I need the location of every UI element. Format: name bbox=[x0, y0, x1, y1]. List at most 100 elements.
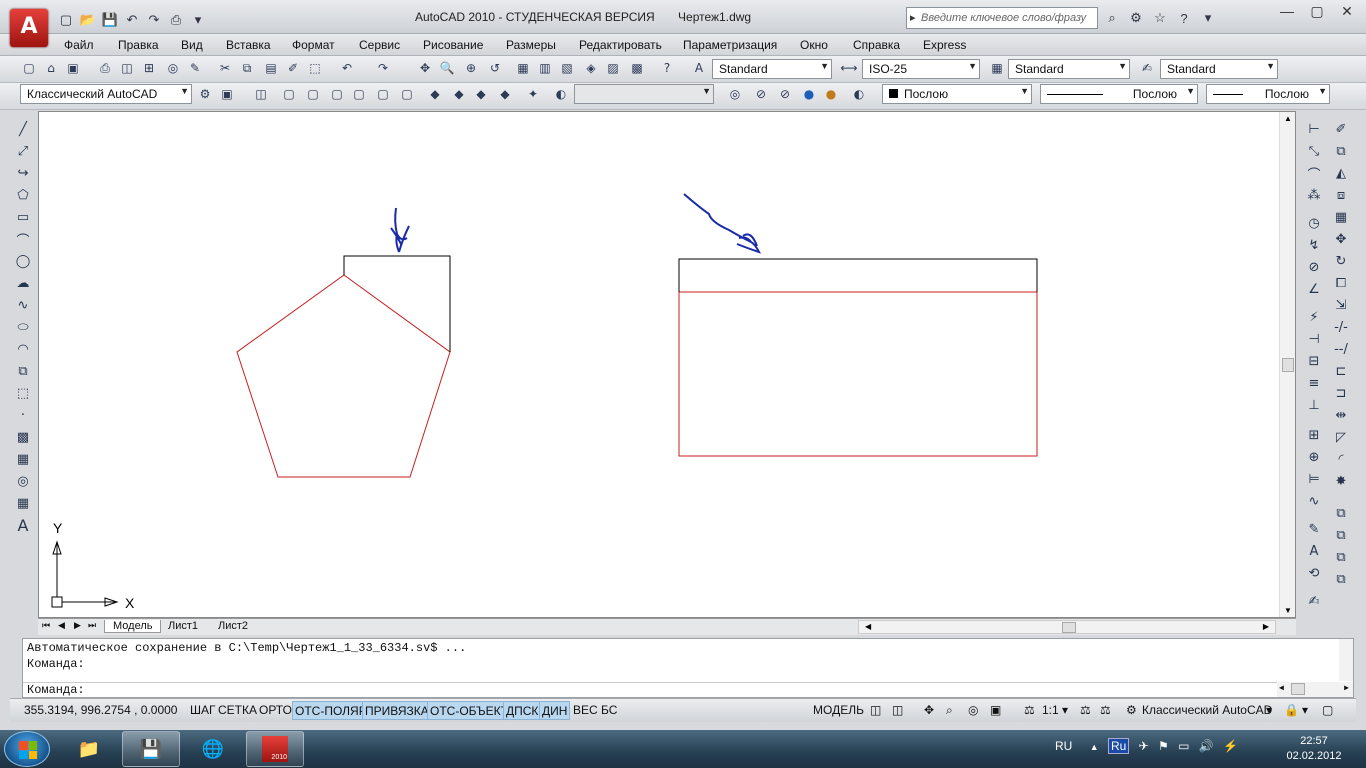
rectangle-icon[interactable]: ▭ bbox=[13, 207, 33, 227]
dim-update-icon[interactable]: ⟲ bbox=[1304, 563, 1324, 583]
zoom-previous-icon[interactable]: ↺ bbox=[486, 59, 504, 77]
undo-icon[interactable]: ↶ bbox=[122, 10, 142, 30]
cube-front-icon[interactable]: ▢ bbox=[280, 85, 298, 103]
zoom-realtime-icon[interactable]: 🔍 bbox=[438, 59, 456, 77]
point-icon[interactable]: · bbox=[13, 405, 33, 425]
clock[interactable]: 22:57 02.02.2012 bbox=[1282, 734, 1346, 764]
zoom-window-icon[interactable]: ⊕ bbox=[462, 59, 480, 77]
dim-style-icon[interactable]: ⟷ bbox=[840, 59, 858, 77]
hatch-icon[interactable]: ▩ bbox=[13, 427, 33, 447]
design-center-icon[interactable]: ▥ bbox=[536, 59, 554, 77]
pan-icon[interactable]: ✥ bbox=[922, 703, 936, 717]
model-space-toggle[interactable]: МОДЕЛЬ bbox=[811, 703, 866, 717]
lineweight-select[interactable]: Послою ▼ bbox=[1206, 84, 1330, 104]
workspace-switch-icon[interactable]: ⚙ bbox=[1124, 703, 1139, 717]
menu-parametric[interactable]: Параметризация bbox=[683, 38, 777, 52]
save-icon[interactable]: ▣ bbox=[64, 59, 82, 77]
command-input[interactable]: Команда: bbox=[23, 682, 1277, 697]
menu-draw[interactable]: Рисование bbox=[423, 38, 483, 52]
mirror-icon[interactable]: ◭ bbox=[1331, 163, 1351, 183]
keyboard-layout-badge[interactable]: Ru bbox=[1107, 738, 1130, 754]
multiline-text-icon[interactable]: A bbox=[13, 515, 33, 535]
line-icon[interactable]: ╱ bbox=[13, 119, 33, 139]
annotation-scale-dropdown-icon[interactable]: ▾ bbox=[1060, 703, 1070, 717]
angular-dim-icon[interactable]: ∠ bbox=[1304, 279, 1324, 299]
arc-icon[interactable]: ⌒ bbox=[13, 229, 33, 249]
erase-icon[interactable]: ✐ bbox=[1331, 119, 1351, 139]
scroll-thumb[interactable] bbox=[1282, 358, 1294, 372]
scroll-down-icon[interactable]: ▼ bbox=[1284, 606, 1292, 615]
help-icon[interactable]: ? bbox=[658, 59, 676, 77]
view-nw-icon[interactable]: ◆ bbox=[496, 85, 514, 103]
tool-palettes-icon[interactable]: ▧ bbox=[558, 59, 576, 77]
publish-icon[interactable]: ⊞ bbox=[140, 59, 158, 77]
etransmit-icon[interactable]: ✎ bbox=[186, 59, 204, 77]
quick-view-layouts-icon[interactable]: ◫ bbox=[868, 703, 883, 717]
dim-style-select[interactable]: ISO-25 ▼ bbox=[862, 59, 980, 79]
continue-dim-icon[interactable]: ⊟ bbox=[1304, 351, 1324, 371]
tab-model[interactable]: Модель bbox=[104, 620, 162, 633]
mleader-style-icon[interactable]: ✍ bbox=[1138, 59, 1156, 77]
taskbar-globe-icon[interactable]: 🌐 bbox=[184, 731, 242, 767]
menu-dimension[interactable]: Размеры bbox=[506, 38, 556, 52]
menu-insert[interactable]: Вставка bbox=[226, 38, 271, 52]
toggle-dyn[interactable]: ДИН bbox=[539, 701, 571, 720]
diameter-dim-icon[interactable]: ⊘ bbox=[1304, 257, 1324, 277]
3d-dwf-icon[interactable]: ◎ bbox=[164, 59, 182, 77]
cube-back-icon[interactable]: ▢ bbox=[374, 85, 392, 103]
square-outline[interactable] bbox=[343, 255, 451, 352]
dim-break-icon[interactable]: ⊥ bbox=[1304, 395, 1324, 415]
region-icon[interactable]: ◎ bbox=[13, 471, 33, 491]
help-dropdown-icon[interactable]: ▾ bbox=[1198, 8, 1218, 28]
showmotion-icon[interactable]: ▣ bbox=[988, 703, 1003, 717]
star-icon[interactable]: ☆ bbox=[1150, 8, 1170, 28]
language-indicator[interactable]: RU bbox=[1055, 739, 1072, 753]
menu-window[interactable]: Окно bbox=[800, 38, 828, 52]
color-select[interactable]: Послою ▼ bbox=[882, 84, 1032, 104]
workspace-switch-label[interactable]: Классический AutoCAD bbox=[1140, 703, 1274, 717]
ordinate-dim-icon[interactable]: ⁂ bbox=[1304, 185, 1324, 205]
dim-space-icon[interactable]: ≡ bbox=[1304, 373, 1324, 393]
revision-cloud-icon[interactable]: ☁ bbox=[13, 273, 33, 293]
toggle-polar[interactable]: ОТС-ПОЛЯР bbox=[292, 701, 370, 720]
workspace-dropdown-icon[interactable]: ▾ bbox=[1264, 703, 1274, 717]
shade-wireframe-icon[interactable]: ⊘ bbox=[752, 85, 770, 103]
shade-conceptual-icon[interactable]: ● bbox=[822, 85, 840, 103]
baseline-dim-icon[interactable]: ⊣ bbox=[1304, 329, 1324, 349]
network-icon[interactable]: ✈ bbox=[1139, 739, 1149, 753]
menu-file[interactable]: Файл bbox=[64, 38, 94, 52]
view-sw-icon[interactable]: ◆ bbox=[426, 85, 444, 103]
command-scrollbar[interactable] bbox=[1339, 639, 1353, 681]
command-hscroll[interactable]: ◀ ▶ bbox=[1277, 682, 1353, 697]
monitor-icon[interactable]: ▭ bbox=[1178, 739, 1189, 753]
taskbar-save-app-icon[interactable]: 💾 bbox=[122, 731, 180, 767]
spline-icon[interactable]: ∿ bbox=[13, 295, 33, 315]
maximize-icon[interactable]: ▢ bbox=[1302, 1, 1332, 21]
center-mark-icon[interactable]: ⊕ bbox=[1304, 447, 1324, 467]
toggle-otrack[interactable]: ОТС-ОБЪЕКТ bbox=[427, 701, 511, 720]
volume-icon[interactable]: 🔊 bbox=[1199, 739, 1214, 753]
undo-icon[interactable]: ↶ bbox=[338, 59, 356, 77]
markup-icon[interactable]: ▨ bbox=[604, 59, 622, 77]
steering-wheel-icon[interactable]: ◎ bbox=[966, 703, 980, 717]
layer-select[interactable]: ▼ bbox=[574, 84, 714, 104]
dim-edit-icon[interactable]: ✎ bbox=[1304, 519, 1324, 539]
horizontal-scrollbar[interactable]: ◀ ▶ bbox=[858, 620, 1276, 634]
extend-icon[interactable]: --/ bbox=[1331, 339, 1351, 359]
pentagon-shape[interactable] bbox=[236, 274, 451, 478]
circle-icon[interactable]: ◯ bbox=[13, 251, 33, 271]
workspace-settings-icon[interactable]: ⚙ bbox=[196, 85, 214, 103]
ellipse-arc-icon[interactable]: ◠ bbox=[13, 339, 33, 359]
move-icon[interactable]: ✥ bbox=[1331, 229, 1351, 249]
tab-last-icon[interactable]: ⏭ bbox=[88, 620, 96, 631]
command-hscroll-thumb[interactable] bbox=[1291, 683, 1305, 695]
break-icon[interactable]: ⊐ bbox=[1331, 383, 1351, 403]
communication-center-icon[interactable]: ⚙ bbox=[1126, 8, 1146, 28]
search-input[interactable]: Введите ключевое слово/фразу bbox=[906, 7, 1098, 29]
cube-top-icon[interactable]: ▢ bbox=[304, 85, 322, 103]
new-icon[interactable]: ▢ bbox=[20, 59, 38, 77]
minimize-icon[interactable]: — bbox=[1272, 1, 1302, 21]
redo-icon[interactable]: ↷ bbox=[374, 59, 392, 77]
menu-view[interactable]: Вид bbox=[181, 38, 203, 52]
scroll-right-icon[interactable]: ▶ bbox=[1263, 622, 1269, 631]
